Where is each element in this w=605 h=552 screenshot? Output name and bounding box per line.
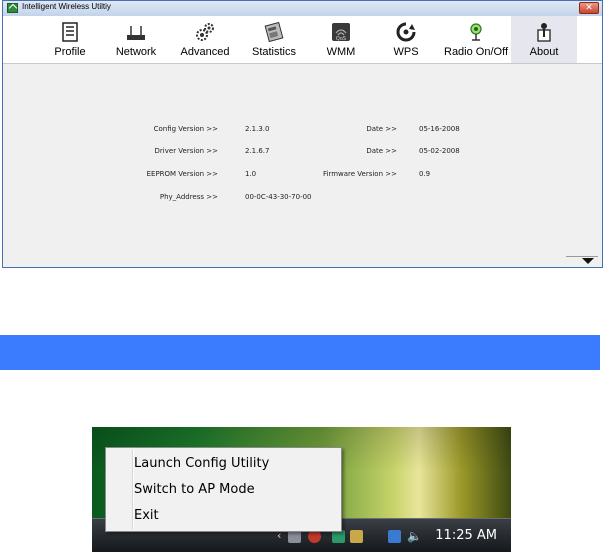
wmm-icon: QoS	[332, 23, 350, 42]
tab-network[interactable]: Network	[111, 16, 161, 63]
about-panel: Config Version >> 2.1.3.0 Date >> 05-16-…	[3, 64, 602, 267]
phy-address-value: 00-0C-43-30-70-00	[245, 193, 312, 201]
network-icon	[127, 26, 145, 40]
tab-profile[interactable]: Profile	[45, 16, 95, 63]
radio-icon	[470, 23, 482, 41]
utility-window: Intelligent Wireless Utiltiy ✕ Profile N…	[2, 0, 603, 268]
menu-item-switch-to-ap-mode[interactable]: Switch to AP Mode	[134, 482, 255, 497]
desktop-tray-screenshot: ‹ 🔈 11:25 AM Launch Config Utility Switc…	[92, 427, 511, 552]
tab-label: Advanced	[180, 46, 230, 58]
profile-icon	[62, 22, 78, 42]
config-version-value: 2.1.3.0	[245, 125, 270, 133]
tab-wmm[interactable]: QoS WMM	[318, 16, 364, 63]
tab-label: Radio On/Off	[444, 46, 508, 58]
config-version-label: Config Version >>	[153, 125, 218, 133]
window-title: Intelligent Wireless Utiltiy	[22, 2, 111, 11]
wps-icon	[396, 22, 416, 42]
tab-label: Profile	[54, 46, 86, 58]
driver-version-value: 2.1.6.7	[245, 147, 270, 155]
tab-statistics[interactable]: Statistics	[246, 16, 302, 63]
firmware-version-label: Firmware Version >>	[322, 170, 397, 178]
tab-radio-on-off[interactable]: Radio On/Off	[441, 16, 511, 63]
expand-arrow-icon[interactable]	[582, 258, 594, 264]
svg-text:QoS: QoS	[336, 36, 346, 42]
toolbar: Profile Network Advanced Statistics QoS …	[3, 16, 602, 64]
advanced-icon	[196, 23, 214, 41]
phy-address-label: Phy_Address >>	[159, 193, 218, 201]
eeprom-version-label: EEPROM Version >>	[146, 170, 218, 178]
tab-label: About	[529, 46, 559, 58]
app-icon	[7, 3, 18, 13]
driver-version-label: Driver Version >>	[154, 147, 218, 155]
statistics-icon	[264, 21, 284, 43]
title-bar[interactable]: Intelligent Wireless Utiltiy ✕	[3, 1, 602, 17]
close-button[interactable]: ✕	[579, 2, 599, 14]
menu-item-exit[interactable]: Exit	[134, 508, 159, 523]
eeprom-version-value: 1.0	[245, 170, 257, 178]
menu-item-launch-config-utility[interactable]: Launch Config Utility	[134, 456, 269, 471]
about-icon	[537, 23, 551, 42]
tab-wps[interactable]: WPS	[383, 16, 429, 63]
tab-advanced[interactable]: Advanced	[177, 16, 233, 63]
tab-label: Network	[115, 46, 157, 58]
section-divider-bar	[0, 335, 600, 370]
tray-network-icon[interactable]	[388, 530, 401, 543]
tab-label: Statistics	[251, 46, 296, 58]
driver-date-value: 05-02-2008	[419, 147, 460, 155]
tray-volume-icon[interactable]: 🔈	[407, 529, 422, 543]
tab-label: WMM	[326, 46, 356, 58]
expand-divider	[566, 256, 598, 257]
tab-about[interactable]: About	[511, 16, 577, 63]
config-date-value: 05-16-2008	[419, 125, 460, 133]
taskbar-clock[interactable]: 11:25 AM	[435, 528, 497, 543]
tray-update-icon[interactable]	[350, 530, 363, 543]
config-date-label: Date >>	[366, 125, 397, 133]
driver-date-label: Date >>	[366, 147, 397, 155]
tray-context-menu: Launch Config Utility Switch to AP Mode …	[105, 447, 342, 532]
tab-label: WPS	[393, 46, 419, 58]
firmware-version-value: 0.9	[419, 170, 431, 178]
